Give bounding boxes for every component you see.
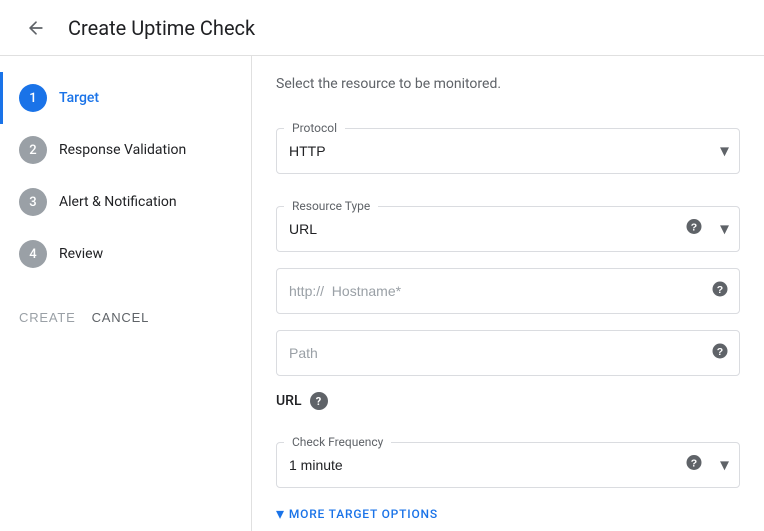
url-label: URL: [276, 393, 302, 409]
step-label-1: Target: [59, 90, 99, 106]
back-button[interactable]: [16, 8, 56, 48]
path-input-wrapper: ?: [276, 330, 740, 376]
url-label-row: URL ?: [276, 392, 740, 410]
step-label-3: Alert & Notification: [59, 194, 177, 210]
content-area: Select the resource to be monitored. Pro…: [252, 56, 764, 531]
check-frequency-label: Check Frequency: [284, 435, 391, 449]
sidebar-item-alert-notification[interactable]: 3 Alert & Notification: [0, 176, 251, 228]
url-help-icon[interactable]: ?: [310, 392, 328, 410]
svg-text:?: ?: [717, 284, 723, 296]
hostname-input[interactable]: [277, 269, 739, 313]
step-label-4: Review: [59, 246, 103, 262]
sidebar-item-review[interactable]: 4 Review: [0, 228, 251, 280]
header: Create Uptime Check: [0, 0, 764, 56]
protocol-select-wrapper: HTTP HTTPS TCP ▾: [276, 128, 740, 174]
hostname-field-group: ?: [276, 268, 740, 314]
sidebar-item-response-validation[interactable]: 2 Response Validation: [0, 124, 251, 176]
check-frequency-select[interactable]: 1 minute 5 minutes 10 minutes 15 minutes: [277, 443, 739, 487]
main-layout: 1 Target 2 Response Validation 3 Alert &…: [0, 56, 764, 531]
hostname-input-wrapper: ?: [276, 268, 740, 314]
hostname-help-icon[interactable]: ?: [711, 280, 729, 302]
more-target-options[interactable]: ▾ MORE TARGET OPTIONS: [276, 504, 740, 523]
page-title: Create Uptime Check: [68, 16, 255, 40]
create-button[interactable]: CREATE: [19, 304, 76, 331]
resource-type-select[interactable]: URL Instance App Engine AWS: [277, 207, 739, 251]
cancel-button[interactable]: CANCEL: [92, 304, 150, 331]
step-number-4: 4: [19, 240, 47, 268]
svg-text:?: ?: [717, 346, 723, 358]
more-options-chevron-icon: ▾: [276, 504, 285, 523]
protocol-select[interactable]: HTTP HTTPS TCP: [277, 129, 739, 173]
step-label-2: Response Validation: [59, 142, 186, 158]
step-number-2: 2: [19, 136, 47, 164]
protocol-label: Protocol: [284, 121, 345, 135]
resource-type-field-group: Resource Type URL Instance App Engine AW…: [276, 190, 740, 252]
step-number-3: 3: [19, 188, 47, 216]
path-field-group: ?: [276, 330, 740, 376]
content-subtitle: Select the resource to be monitored.: [276, 76, 740, 92]
sidebar-item-target[interactable]: 1 Target: [0, 72, 251, 124]
path-input[interactable]: [277, 331, 739, 375]
sidebar: 1 Target 2 Response Validation 3 Alert &…: [0, 56, 252, 531]
path-help-icon[interactable]: ?: [711, 342, 729, 364]
protocol-field-group: Protocol HTTP HTTPS TCP ▾: [276, 112, 740, 174]
more-options-label: MORE TARGET OPTIONS: [289, 507, 438, 521]
step-number-1: 1: [19, 84, 47, 112]
resource-type-label: Resource Type: [284, 199, 378, 213]
check-frequency-field-group: Check Frequency 1 minute 5 minutes 10 mi…: [276, 426, 740, 488]
sidebar-actions: CREATE CANCEL: [0, 288, 251, 331]
